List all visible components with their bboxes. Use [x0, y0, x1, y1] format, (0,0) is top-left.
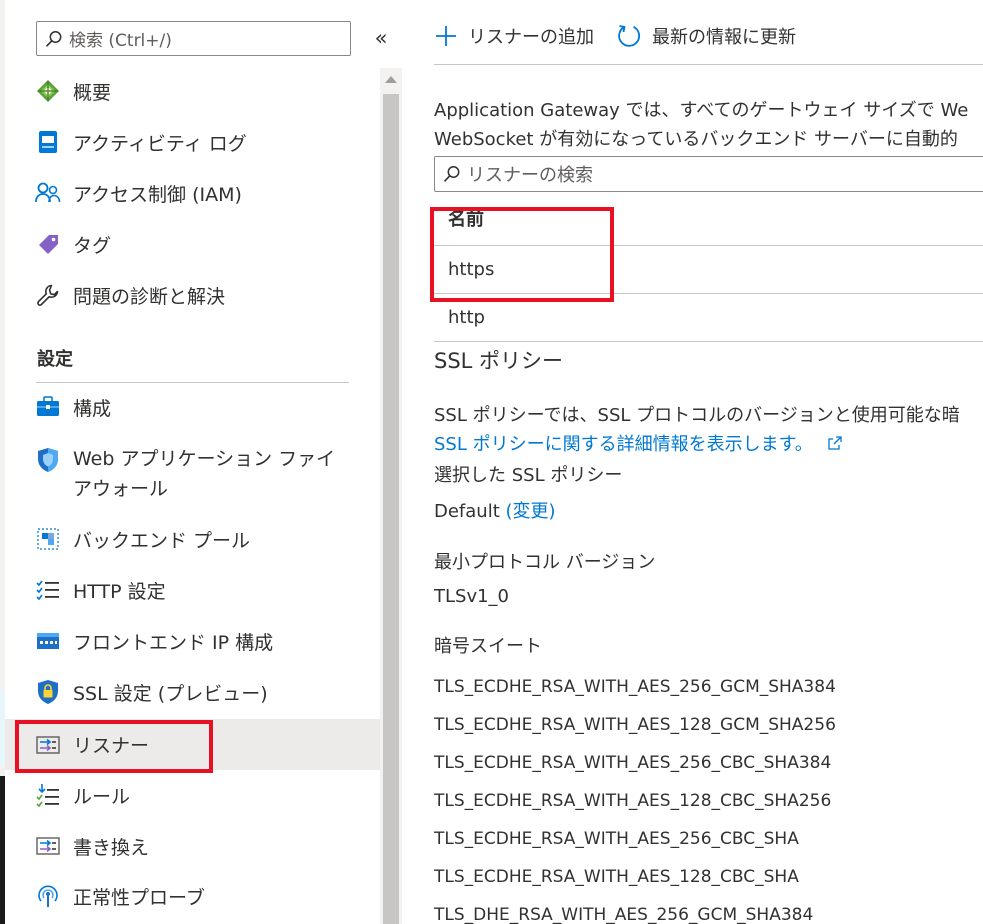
table-row[interactable]: https: [434, 247, 983, 293]
nav-item-label: Web アプリケーション ファイアウォール: [73, 448, 336, 500]
refresh-icon: [618, 25, 640, 47]
nav-item-label: SSL 設定 (プレビュー): [73, 682, 268, 705]
rewrite-icon: [35, 833, 61, 859]
search-icon: [443, 166, 460, 182]
listener-search-placeholder: リスナーの検索: [467, 165, 593, 186]
tag-icon: [35, 231, 61, 257]
nav-item-label: 概要: [73, 81, 112, 104]
column-header-name[interactable]: 名前: [448, 205, 484, 231]
nav-item-label: アクティビティ ログ: [73, 132, 247, 155]
cipher-suite-item: TLS_ECDHE_RSA_WITH_AES_128_CBC_SHA: [434, 867, 799, 887]
backend-pool-icon: [35, 526, 61, 552]
ssl-policy-heading: SSL ポリシー: [434, 349, 564, 373]
nav-item-label: フロントエンド IP 構成: [73, 631, 274, 654]
overview-icon: [35, 78, 61, 104]
refresh-label: 最新の情報に更新: [652, 27, 796, 48]
table-row[interactable]: http: [434, 295, 983, 341]
nav-item-diagnose[interactable]: 問題の診断と解決: [5, 271, 380, 319]
nav-item-web-application-firewall[interactable]: Web アプリケーション ファイアウォール: [5, 443, 380, 505]
menu-search-input[interactable]: 検索 (Ctrl+/): [36, 21, 351, 56]
listener-icon: [35, 732, 61, 758]
nav-item-access-control[interactable]: アクセス制御 (IAM): [5, 169, 380, 217]
description-line-1: Application Gateway では、すべてのゲートウェイ サイズで W…: [434, 100, 969, 121]
table-row-divider: [434, 293, 983, 294]
cipher-suites-label: 暗号スイート: [434, 636, 542, 657]
command-bar-divider: [434, 64, 983, 65]
listener-name-https[interactable]: https: [448, 259, 494, 280]
nav-item-label: バックエンド プール: [73, 529, 251, 552]
refresh-button[interactable]: 最新の情報に更新: [616, 23, 796, 49]
add-listener-button[interactable]: リスナーの追加: [434, 23, 594, 49]
collapse-menu-button[interactable]: «: [368, 24, 394, 52]
frontend-ip-icon: [35, 628, 61, 654]
iam-icon: [35, 180, 61, 206]
listener-search-input[interactable]: リスナーの検索: [434, 156, 983, 192]
plus-icon: [436, 26, 456, 46]
command-bar: リスナーの追加 最新の情報に更新: [434, 14, 818, 58]
table-row-divider: [434, 341, 983, 342]
nav-item-overview[interactable]: 概要: [5, 67, 380, 115]
ssl-shield-icon: [35, 679, 61, 705]
selected-policy-value-row: Default (変更): [434, 497, 556, 523]
nav-item-label: 問題の診断と解決: [73, 285, 226, 308]
cipher-suite-item: TLS_ECDHE_RSA_WITH_AES_256_CBC_SHA384: [434, 753, 832, 773]
description-line-2: WebSocket が有効になっているバックエンド サーバーに自動的: [434, 129, 958, 150]
nav-item-label: アクセス制御 (IAM): [73, 183, 242, 206]
nav-item-health-probes[interactable]: 正常性プローブ: [5, 872, 380, 920]
ssl-policy-learn-more[interactable]: SSL ポリシーに関する詳細情報を表示します。: [434, 430, 843, 456]
azure-portal-page: 検索 (Ctrl+/) « 概要 アクティビティ ログ アクセス制御 (IAM)…: [0, 0, 983, 924]
change-policy-link[interactable]: (変更): [506, 501, 556, 522]
nav-item-frontend-ip[interactable]: フロントエンド IP 構成: [5, 617, 380, 665]
selected-policy-label: 選択した SSL ポリシー: [434, 465, 623, 486]
nav-item-rules[interactable]: ルール: [5, 771, 380, 819]
search-icon: [45, 30, 62, 47]
cipher-suite-item: TLS_DHE_RSA_WITH_AES_256_GCM_SHA384: [434, 905, 814, 924]
nav-item-http-settings[interactable]: HTTP 設定: [5, 566, 380, 614]
listener-name-http[interactable]: http: [448, 307, 485, 328]
min-protocol-label: 最小プロトコル バージョン: [434, 552, 656, 573]
health-probe-icon: [35, 883, 61, 909]
external-link-icon: [827, 436, 842, 450]
gateway-description: Application Gateway では、すべてのゲートウェイ サイズで W…: [434, 96, 983, 154]
listeners-blade: リスナーの追加 最新の情報に更新 Application Gateway では、…: [402, 0, 983, 924]
settings-section-heading: 設定: [37, 349, 73, 370]
configuration-icon: [35, 394, 61, 420]
nav-item-label: タグ: [73, 234, 112, 257]
menu-scrollbar[interactable]: [380, 68, 402, 924]
http-settings-icon: [35, 577, 61, 603]
nav-item-label: リスナー: [73, 735, 150, 757]
wrench-icon: [35, 282, 61, 308]
selected-policy-value: Default: [434, 501, 500, 522]
nav-item-label: ルール: [73, 785, 131, 808]
nav-item-rewrites[interactable]: 書き換え: [5, 822, 380, 870]
nav-item-label: 構成: [73, 397, 112, 420]
ssl-policy-description: SSL ポリシーでは、SSL プロトコルのバージョンと使用可能な暗: [434, 405, 960, 426]
min-protocol-value: TLSv1_0: [434, 586, 510, 607]
scroll-up-arrow-icon[interactable]: [380, 68, 402, 90]
ssl-policy-link[interactable]: SSL ポリシーに関する詳細情報を表示します。: [434, 434, 813, 455]
cipher-suite-item: TLS_ECDHE_RSA_WITH_AES_256_GCM_SHA384: [434, 677, 836, 697]
table-row-divider: [434, 245, 983, 246]
resource-menu: 検索 (Ctrl+/) « 概要 アクティビティ ログ アクセス制御 (IAM)…: [0, 0, 402, 924]
rules-icon: [35, 782, 61, 808]
nav-item-activity-log[interactable]: アクティビティ ログ: [5, 118, 380, 166]
nav-item-tags[interactable]: タグ: [5, 220, 380, 268]
cipher-suite-item: TLS_ECDHE_RSA_WITH_AES_128_GCM_SHA256: [434, 715, 836, 735]
nav-item-listeners[interactable]: リスナー: [5, 719, 380, 770]
add-listener-label: リスナーの追加: [468, 27, 594, 48]
nav-item-label: 書き換え: [73, 836, 150, 859]
cipher-suite-item: TLS_ECDHE_RSA_WITH_AES_256_CBC_SHA: [434, 829, 799, 849]
scroll-thumb[interactable]: [383, 94, 399, 924]
nav-item-label: HTTP 設定: [73, 580, 166, 603]
nav-item-ssl-settings[interactable]: SSL 設定 (プレビュー): [5, 668, 380, 716]
nav-item-backend-pools[interactable]: バックエンド プール: [5, 515, 380, 563]
nav-item-configuration[interactable]: 構成: [5, 383, 380, 431]
waf-shield-icon: [35, 447, 61, 473]
menu-search-placeholder: 検索 (Ctrl+/): [69, 31, 172, 51]
activity-log-icon: [35, 129, 61, 155]
cipher-suite-item: TLS_ECDHE_RSA_WITH_AES_128_CBC_SHA256: [434, 791, 832, 811]
nav-item-label: 正常性プローブ: [73, 886, 205, 909]
